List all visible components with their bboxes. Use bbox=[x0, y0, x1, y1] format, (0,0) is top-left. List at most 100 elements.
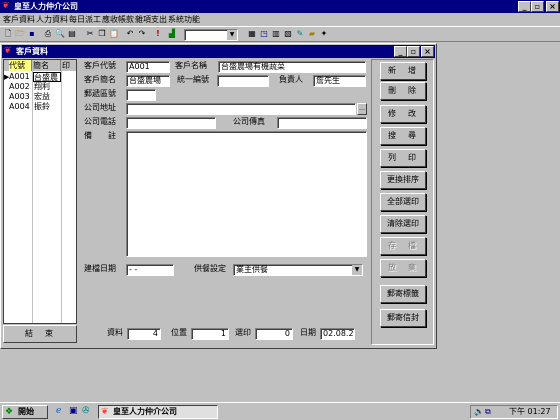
customer-code-field[interactable]: A001 bbox=[126, 61, 170, 73]
grid-icon[interactable]: ▦ bbox=[246, 28, 258, 40]
redo-icon[interactable]: ↷ bbox=[136, 28, 148, 40]
menu-item-system[interactable]: 系統功能 bbox=[168, 14, 200, 26]
start-button[interactable]: ❖ 開始 bbox=[2, 405, 48, 419]
select-all-print-button[interactable]: 全部選印 bbox=[380, 193, 426, 211]
created-date-label: 建檔日期 bbox=[84, 264, 116, 273]
change-sort-button[interactable]: 更換排序 bbox=[380, 171, 426, 189]
zip-field[interactable] bbox=[126, 89, 156, 101]
menu-item-customers[interactable]: 客戶資料 bbox=[3, 14, 35, 26]
exit-button[interactable]: 結 束 bbox=[3, 325, 77, 343]
app-titlebar: ❦ 皇至人力仲介公司 _ ▫ × bbox=[0, 0, 560, 13]
toolbar: 🗋 🗁 ▪ ⎙ 🔍 ▤ ✂ ❐ 📋 ↶ ↷ ! ▟ ▼ ▦ ◳ ▥ ▧ ✎ ▰ … bbox=[0, 26, 560, 42]
taskbar-app-icon: ❦ bbox=[101, 407, 109, 417]
position-value: 1 bbox=[191, 328, 229, 340]
chevron-down-icon[interactable]: ▼ bbox=[352, 265, 362, 275]
add-button[interactable]: 新 增 bbox=[380, 62, 426, 80]
window-close-button[interactable]: × bbox=[421, 46, 434, 57]
show-desktop-icon[interactable]: ▣ bbox=[69, 406, 78, 417]
folder-icon[interactable]: ▰ bbox=[306, 28, 318, 40]
exit-button-label: 結 束 bbox=[25, 329, 55, 338]
edit-icon[interactable]: ✎ bbox=[294, 28, 306, 40]
cancel-button[interactable]: 放 棄 bbox=[380, 259, 426, 277]
list-cell-name: 宏益 bbox=[34, 92, 50, 101]
menu-item-workers[interactable]: 人力資料 bbox=[36, 14, 68, 26]
list-row[interactable]: A002 翔利 bbox=[9, 82, 76, 92]
print-preview-icon[interactable]: 🔍 bbox=[54, 28, 66, 40]
meal-setting-select[interactable]: 業主供餐 ▼ bbox=[233, 264, 363, 276]
media-player-icon[interactable]: ✇ bbox=[82, 406, 90, 417]
network-icon[interactable]: ⧉ bbox=[485, 407, 491, 417]
records-label: 資料 bbox=[107, 328, 123, 337]
window-minimize-button[interactable]: _ bbox=[394, 46, 407, 57]
list-header-print[interactable]: 印 bbox=[62, 60, 76, 71]
window-icon[interactable]: ◳ bbox=[258, 28, 270, 40]
list-row[interactable]: A003 宏益 bbox=[9, 92, 76, 102]
undo-icon[interactable]: ↶ bbox=[124, 28, 136, 40]
mailing-envelopes-button[interactable]: 郵寄信封 bbox=[380, 309, 426, 327]
fax-label: 公司傳真 bbox=[233, 117, 265, 126]
save-button[interactable]: 存 檔 bbox=[380, 237, 426, 255]
edit-button[interactable]: 修 改 bbox=[380, 105, 426, 123]
notes-field[interactable] bbox=[126, 131, 367, 257]
new-file-icon[interactable]: 🗋 bbox=[2, 28, 14, 40]
notes-label: 備 註 bbox=[84, 131, 116, 140]
clock[interactable]: 下午 01:27 bbox=[509, 407, 551, 417]
print-selection-count: 0 bbox=[255, 328, 293, 340]
list-header-row: 代號 簡名 印 bbox=[4, 60, 76, 71]
address-field[interactable] bbox=[126, 103, 356, 115]
maximize-button[interactable]: ▫ bbox=[531, 1, 544, 12]
ie-icon[interactable]: ℯ bbox=[56, 406, 61, 417]
address-label: 公司地址 bbox=[84, 103, 116, 112]
wizard-icon[interactable]: ✦ bbox=[318, 28, 330, 40]
mailing-labels-button[interactable]: 郵寄標籤 bbox=[380, 285, 426, 303]
fax-field[interactable] bbox=[277, 117, 367, 129]
toolbar-combo[interactable]: ▼ bbox=[184, 29, 238, 41]
delete-button[interactable]: 刪 除 bbox=[380, 82, 426, 100]
customer-shortname-label: 客戶簡名 bbox=[84, 75, 116, 84]
customer-fullname-field[interactable]: 台盛農場有機蔬菜 bbox=[218, 61, 366, 73]
report-icon[interactable]: ▧ bbox=[282, 28, 294, 40]
document-icon[interactable]: ▤ bbox=[66, 28, 78, 40]
alert-icon[interactable]: ! bbox=[152, 28, 164, 40]
window-maximize-button[interactable]: ▫ bbox=[407, 46, 420, 57]
menu-item-receivables[interactable]: 應收帳款 bbox=[102, 14, 134, 26]
list-header-code[interactable]: 代號 bbox=[9, 60, 32, 71]
save-icon[interactable]: ▪ bbox=[26, 28, 38, 40]
customer-list: 代號 簡名 印 ▶ A001 台盛農 A002 翔利 A003 宏益 A004 … bbox=[3, 59, 77, 324]
open-folder-icon[interactable]: 🗁 bbox=[14, 28, 26, 40]
customer-window: ❦ 客戶資料 _ ▫ × 代號 簡名 印 ▶ A001 台盛農 A002 翔利 … bbox=[0, 43, 437, 349]
chart-icon[interactable]: ▟ bbox=[166, 28, 178, 40]
meal-setting-value: 業主供餐 bbox=[236, 265, 268, 274]
customer-shortname-field[interactable]: 台盛農場 bbox=[126, 75, 170, 87]
tax-id-label: 統一編號 bbox=[177, 75, 209, 84]
windows-logo-icon: ❖ bbox=[5, 407, 14, 417]
menu-bar: 客戶資料 人力資料 每日派工 應收帳款 雜項支出 系統功能 bbox=[0, 13, 560, 26]
copy-icon[interactable]: ❐ bbox=[96, 28, 108, 40]
menu-item-expenses[interactable]: 雜項支出 bbox=[135, 14, 167, 26]
clear-print-selection-button[interactable]: 清除選印 bbox=[380, 215, 426, 233]
menu-item-dispatch[interactable]: 每日派工 bbox=[69, 14, 101, 26]
volume-icon[interactable]: 🔈 bbox=[474, 407, 484, 417]
customer-code-label: 客戶代號 bbox=[84, 61, 116, 70]
list-cell-code: A004 bbox=[9, 102, 30, 111]
print-button[interactable]: 列 印 bbox=[380, 149, 426, 167]
owner-field[interactable]: 詹先生 bbox=[313, 75, 366, 87]
paste-icon[interactable]: 📋 bbox=[108, 28, 120, 40]
list-row[interactable]: A001 台盛農 bbox=[9, 72, 76, 82]
minimize-button[interactable]: _ bbox=[518, 1, 531, 12]
taskbar: ❖ 開始 ℯ ▣ ✇ ❦ 皇至人力仲介公司 🔈 ⧉ 下午 01:27 bbox=[0, 402, 560, 420]
form-icon[interactable]: ▥ bbox=[270, 28, 282, 40]
taskbar-app-label: 皇至人力仲介公司 bbox=[113, 407, 177, 416]
customer-window-title: 客戶資料 bbox=[16, 47, 48, 56]
list-row[interactable]: A004 振鈴 bbox=[9, 102, 76, 112]
phone-field[interactable] bbox=[126, 117, 216, 129]
search-button[interactable]: 搜 尋 bbox=[380, 127, 426, 145]
taskbar-app-button[interactable]: ❦ 皇至人力仲介公司 bbox=[98, 405, 218, 419]
close-button[interactable]: × bbox=[546, 1, 559, 12]
cut-icon[interactable]: ✂ bbox=[84, 28, 96, 40]
created-date-field[interactable]: - - bbox=[126, 264, 174, 276]
print-icon[interactable]: ⎙ bbox=[42, 28, 54, 40]
address-lookup-button[interactable]: … bbox=[357, 103, 367, 115]
tax-id-field[interactable] bbox=[217, 75, 269, 87]
list-header-name[interactable]: 簡名 bbox=[33, 60, 61, 71]
